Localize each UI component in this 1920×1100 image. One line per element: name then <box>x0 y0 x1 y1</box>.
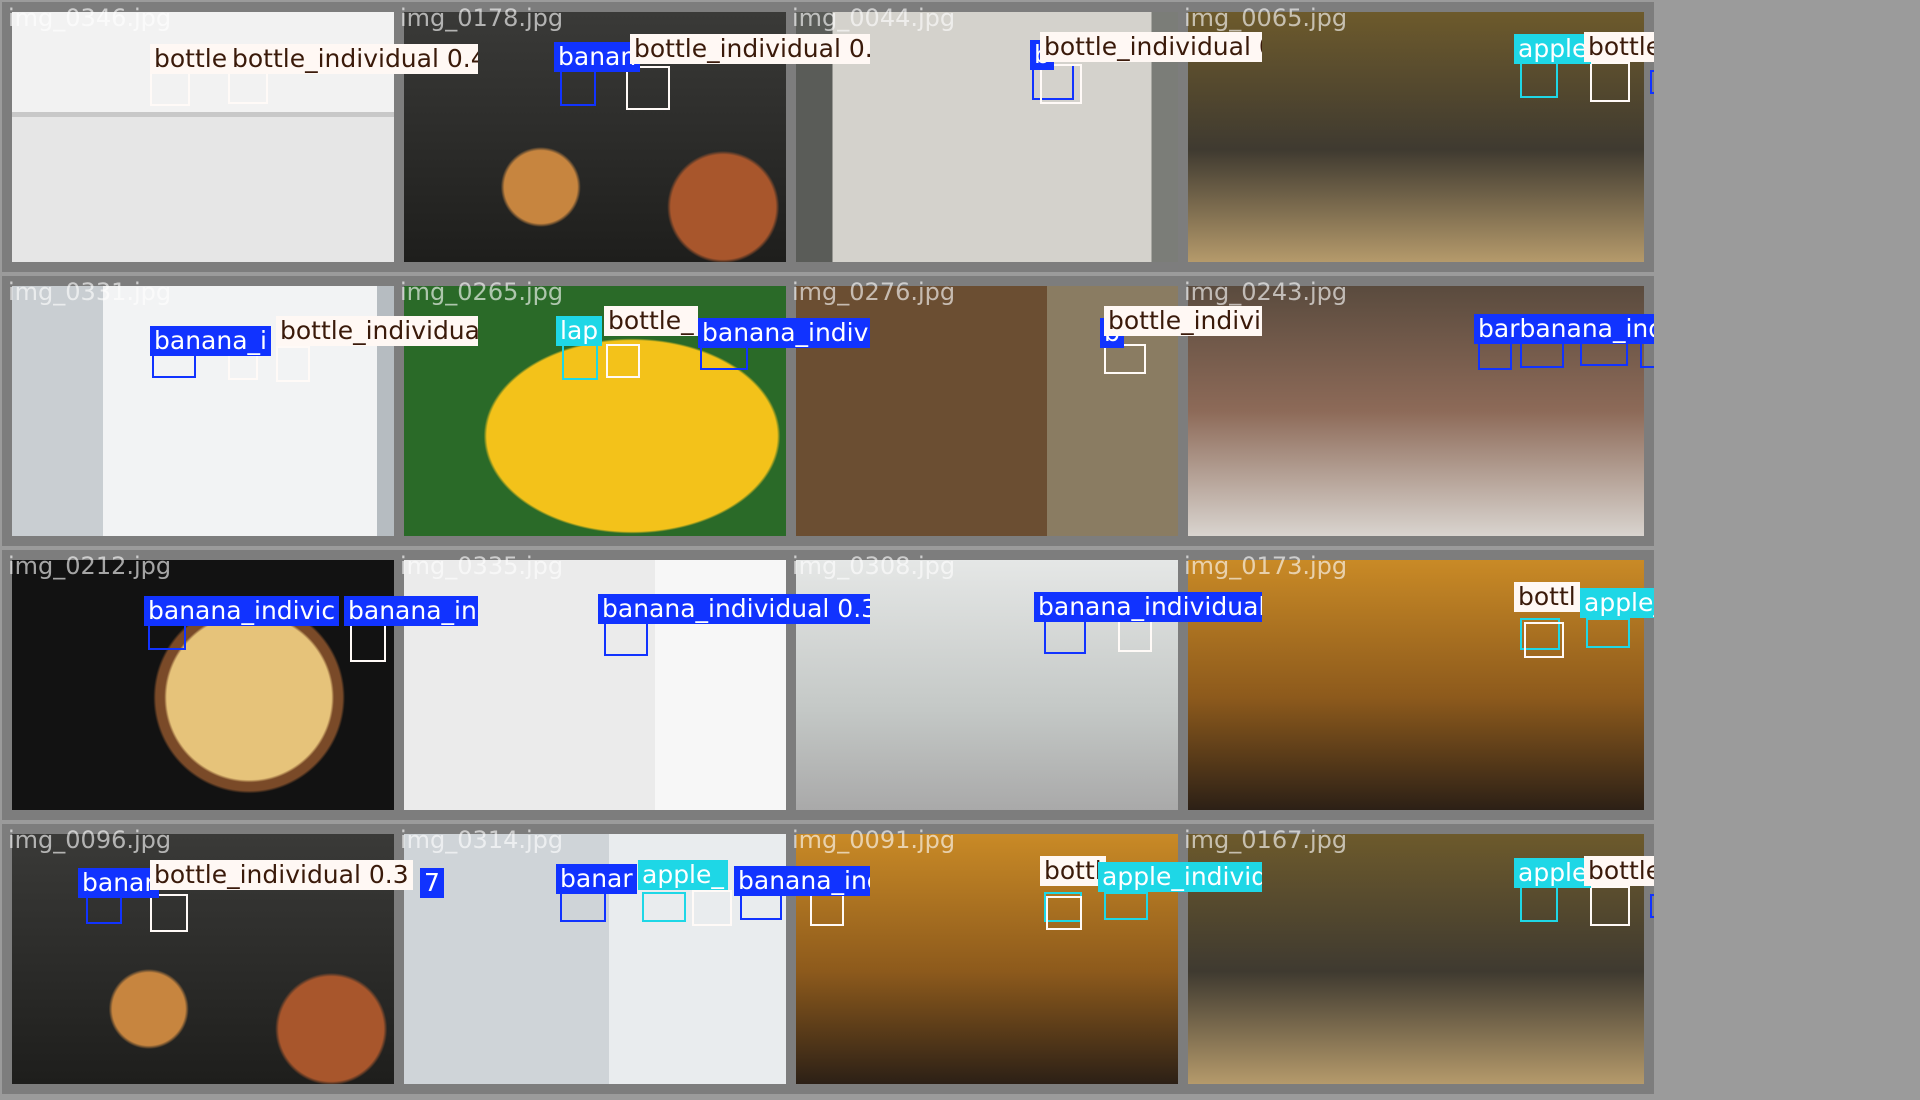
image-filename: img_0331.jpg <box>8 278 172 306</box>
image-filename: img_0173.jpg <box>1184 552 1348 580</box>
bottle-detection-label: bottle_ <box>604 306 698 336</box>
banana-detection-label: banana_individual 0.3 <box>698 318 870 348</box>
apple-detection-label: apple_ <box>638 860 728 890</box>
apple-bounding-box <box>1520 62 1558 98</box>
bottle-bounding-box <box>350 622 386 662</box>
banana-detection-label: banan <box>554 42 641 72</box>
image-filename: img_0276.jpg <box>792 278 956 306</box>
bottle-detection-label: bottl <box>1514 582 1580 612</box>
bottle-detection-label: bottle_individual 0.3 <box>1584 856 1654 886</box>
banana-bounding-box <box>740 892 782 920</box>
image-filename: img_0335.jpg <box>400 552 564 580</box>
banana-detection-label: banana_individual 0.3 <box>734 866 870 896</box>
bottle-detection-label: bottl <box>1040 856 1106 886</box>
bottle-detection-label: bottle_individual 0.3 <box>630 34 870 64</box>
apple-detection-label: apple <box>1514 858 1592 888</box>
bottle-bounding-box <box>692 890 732 926</box>
bottle-detection-label: bottle_individual 0.3 <box>276 316 478 346</box>
bottle-detection-label: bottle_individual 0.4 <box>228 44 478 74</box>
bottle-bounding-box <box>276 346 310 382</box>
apple-detection-label: apple <box>1514 34 1592 64</box>
apple-bounding-box <box>1520 886 1558 922</box>
bottle-detection-label: bottle_individual 0.3 <box>1584 32 1654 62</box>
banana-bounding-box <box>1650 894 1654 918</box>
image-tile[interactable]: img_0173.jpgbottlapple_individual 0.45 <box>1178 550 1654 820</box>
apple-bounding-box <box>562 342 598 380</box>
bottle-bounding-box <box>1040 64 1082 104</box>
bottle-bounding-box <box>606 344 640 378</box>
image-filename: img_0096.jpg <box>8 826 172 854</box>
banana-bounding-box <box>560 890 606 922</box>
banana-bounding-box <box>1520 342 1564 368</box>
banana-bounding-box <box>86 894 122 924</box>
apple-detection-label: lap <box>556 316 603 346</box>
banana-bounding-box <box>1650 70 1654 94</box>
banana-bounding-box <box>1580 342 1628 366</box>
bottle-detection-label: bottle_individual 0.3 <box>1104 306 1262 336</box>
banana-bounding-box <box>1478 342 1512 370</box>
banana-bounding-box <box>148 622 186 650</box>
image-filename: img_0044.jpg <box>792 4 956 32</box>
mosaic-grid: img_0346.jpgbottle bottle_individual 0.4 i… <box>0 0 1920 1100</box>
image-filename: img_0314.jpg <box>400 826 564 854</box>
bottle-bounding-box <box>1590 886 1630 926</box>
bottle-bounding-box <box>1118 620 1152 652</box>
banana-bounding-box <box>1640 342 1654 368</box>
banana-bounding-box <box>1044 618 1086 654</box>
apple-detection-label: apple_individual 0.4 <box>1098 862 1262 892</box>
bottle-bounding-box <box>1104 344 1146 374</box>
banana-bounding-box <box>604 620 648 656</box>
bottle-bounding-box <box>626 66 670 110</box>
bottle-detection-label: bottle_individual 0.3 <box>150 860 413 890</box>
bottle-detection-label: bottle_individual 0.3 <box>1040 32 1262 62</box>
bottle-bounding-box <box>1046 896 1082 930</box>
image-filename: img_0065.jpg <box>1184 4 1348 32</box>
image-filename: img_0212.jpg <box>8 552 172 580</box>
image-filename: img_0265.jpg <box>400 278 564 306</box>
banana-bounding-box <box>560 68 596 106</box>
apple-bounding-box <box>642 892 686 922</box>
image-filename: img_0167.jpg <box>1184 826 1348 854</box>
image-filename: img_0243.jpg <box>1184 278 1348 306</box>
image-filename: img_0346.jpg <box>8 4 172 32</box>
image-filename: img_0091.jpg <box>792 826 956 854</box>
banana-detection-label: banar <box>556 864 637 894</box>
bottle-bounding-box <box>1590 62 1630 102</box>
apple-bounding-box <box>1586 618 1630 648</box>
banana-detection-label: banar <box>78 868 159 898</box>
apple-detection-label: apple_individual 0.4 <box>1580 588 1654 618</box>
image-filename: img_0178.jpg <box>400 4 564 32</box>
image-filename: img_0308.jpg <box>792 552 956 580</box>
banana-detection-label: banana_individual 0.3 <box>598 594 870 624</box>
banana-detection-label: banana_individual 0.3 <box>1034 592 1262 622</box>
banana-detection-label: barbanana_individual 0.3l 0.30.3 <box>1474 314 1654 344</box>
banana-detection-label: banana_i <box>150 326 271 356</box>
banana-detection-label: banana_indivic <box>144 596 340 626</box>
bottle-bounding-box <box>1524 622 1564 658</box>
banana-detection-label: banana_individual 0. <box>344 596 478 626</box>
bottle-bounding-box <box>150 894 188 932</box>
apple-bounding-box <box>1104 892 1148 920</box>
banana-detection-label: 7 <box>420 868 444 898</box>
bottle-detection-label: bottle <box>150 44 232 74</box>
